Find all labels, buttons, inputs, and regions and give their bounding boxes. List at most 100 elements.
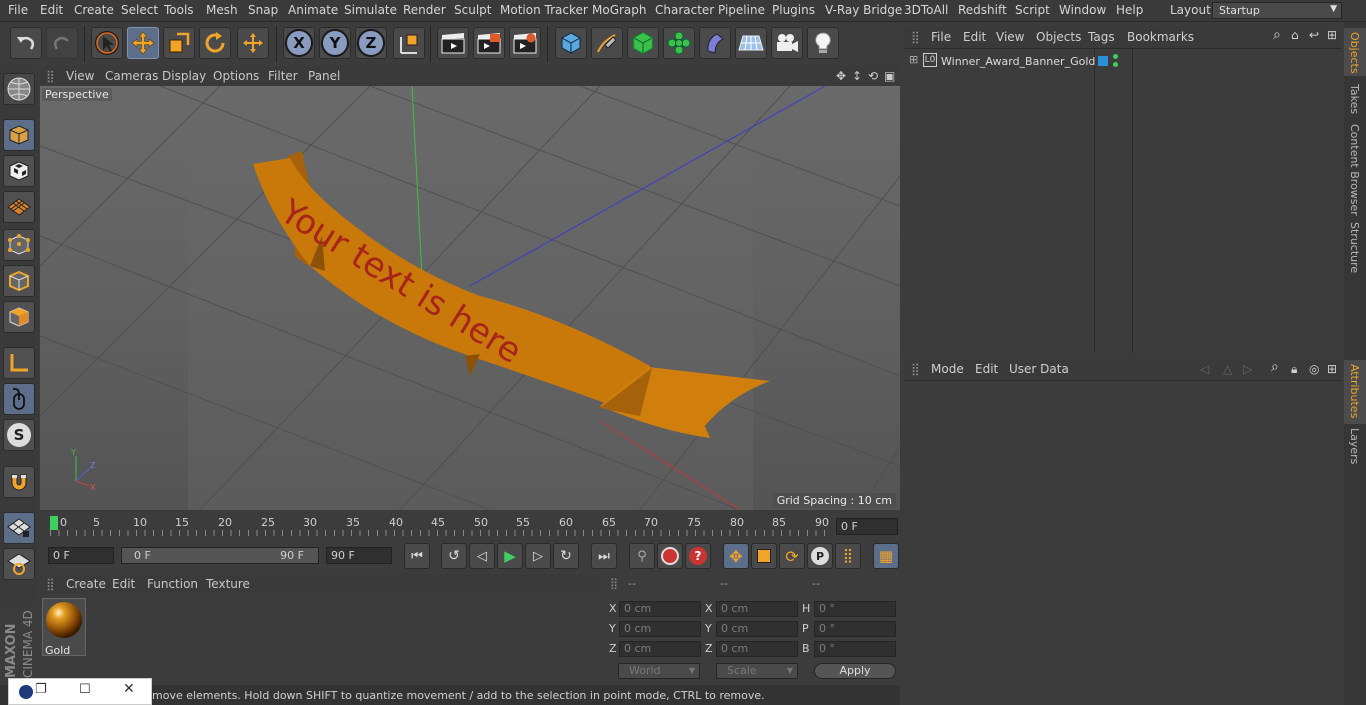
redo-button[interactable] — [46, 27, 78, 59]
rotation-b-field[interactable]: 0 ° — [814, 641, 896, 657]
menu-help[interactable]: Help — [1116, 3, 1143, 17]
material-menu-function[interactable]: Function — [147, 577, 198, 591]
lock-icon[interactable]: 🔒︎ — [1291, 362, 1297, 377]
viewport-menu-filter[interactable]: Filter — [268, 69, 298, 83]
menu-animate[interactable]: Animate — [288, 3, 338, 17]
object-name[interactable]: Winner_Award_Banner_Gold — [941, 55, 1095, 68]
live-selection-button[interactable] — [91, 27, 123, 59]
tab-objects[interactable]: Objects — [1348, 32, 1361, 74]
forward-arrow-icon[interactable]: ▷ — [1243, 362, 1252, 376]
key-position-button[interactable]: ✥ — [723, 543, 749, 569]
move-view-icon[interactable]: ✥ — [836, 69, 846, 83]
model-mode-button[interactable] — [3, 119, 35, 151]
key-scale-button[interactable] — [751, 543, 777, 569]
key-pla-button[interactable]: ⣿ — [835, 543, 861, 569]
key-parameter-button[interactable]: P — [807, 543, 833, 569]
floor-object-button[interactable] — [735, 27, 767, 59]
menu-plugins[interactable]: Plugins — [772, 3, 815, 17]
move-tool-button[interactable] — [127, 27, 159, 59]
menu-sculpt[interactable]: Sculpt — [454, 3, 491, 17]
attribute-menu-mode[interactable]: Mode — [931, 362, 964, 376]
search-icon[interactable]: ⌕ — [1271, 359, 1279, 375]
coordinate-system-button[interactable] — [393, 27, 425, 59]
maximize-icon[interactable]: ☐ — [79, 682, 91, 697]
render-picture-viewer-button[interactable] — [473, 27, 505, 59]
timeline-ruler[interactable]: 0 5 10 15 20 25 30 35 40 45 50 55 60 65 … — [40, 512, 900, 540]
coordinate-space-select[interactable]: World ▼ — [618, 663, 700, 679]
autokey-button[interactable] — [657, 543, 683, 569]
menu-render[interactable]: Render — [403, 3, 446, 17]
position-y-field[interactable]: 0 cm — [619, 621, 701, 637]
rotation-p-field[interactable]: 0 ° — [814, 621, 896, 637]
planar-workplane-button[interactable] — [3, 548, 35, 580]
current-frame-field[interactable]: 0 F — [836, 518, 898, 535]
lock-z-axis-button[interactable]: Z — [355, 27, 387, 59]
new-panel-icon[interactable]: ⊞ — [1327, 362, 1337, 376]
tab-content-browser[interactable]: Content Browser — [1348, 124, 1361, 216]
menu-tools[interactable]: Tools — [164, 3, 194, 17]
material-menu-edit[interactable]: Edit — [112, 577, 135, 591]
solo-button[interactable]: S — [3, 419, 35, 451]
previous-frame-button[interactable]: ◁ — [469, 543, 495, 569]
zoom-view-icon[interactable]: ↕ — [852, 69, 862, 83]
undo-button[interactable] — [10, 27, 42, 59]
menu-script[interactable]: Script — [1015, 3, 1050, 17]
material-menu-texture[interactable]: Texture — [206, 577, 250, 591]
points-mode-button[interactable] — [3, 229, 35, 261]
render-visibility-dot[interactable] — [1113, 62, 1118, 67]
lock-x-axis-button[interactable]: X — [283, 27, 315, 59]
go-to-end-button[interactable]: ⏭ — [591, 543, 617, 569]
expand-icon[interactable]: ⊞ — [909, 53, 918, 66]
menu-file[interactable]: File — [8, 3, 28, 17]
viewport-camera-label[interactable]: Perspective — [42, 88, 112, 101]
cube-primitive-button[interactable] — [555, 27, 587, 59]
menu-snap[interactable]: Snap — [248, 3, 278, 17]
next-frame-button[interactable]: ▷ — [525, 543, 551, 569]
texture-mode-button[interactable] — [3, 155, 35, 187]
camera-object-button[interactable] — [771, 27, 803, 59]
end-frame-field[interactable]: 90 F — [326, 547, 392, 564]
new-panel-icon[interactable]: ⊞ — [1327, 28, 1337, 42]
object-menu-file[interactable]: File — [931, 30, 951, 44]
workplane-mode-button[interactable] — [3, 191, 35, 223]
perspective-viewport[interactable]: Your text is here Y Z X Perspective Grid… — [40, 86, 900, 510]
back-arrow-icon[interactable]: ◁ — [1200, 362, 1209, 376]
viewport-menu-panel[interactable]: Panel — [308, 69, 340, 83]
viewport-menu-options[interactable]: Options — [213, 69, 259, 83]
material-menu-create[interactable]: Create — [66, 577, 106, 591]
polygons-mode-button[interactable] — [3, 301, 35, 333]
object-menu-objects[interactable]: Objects — [1036, 30, 1081, 44]
tab-attributes[interactable]: Attributes — [1348, 364, 1361, 418]
menu-character[interactable]: Character — [655, 3, 714, 17]
menu-3dtoall[interactable]: 3DToAll — [904, 3, 948, 17]
object-menu-tags[interactable]: Tags — [1088, 30, 1115, 44]
menu-motion-tracker[interactable]: Motion Tracker — [500, 3, 588, 17]
tab-takes[interactable]: Takes — [1348, 84, 1361, 114]
object-menu-bookmarks[interactable]: Bookmarks — [1127, 30, 1194, 44]
viewport-menu-display[interactable]: Display — [162, 69, 206, 83]
position-x-field[interactable]: 0 cm — [619, 601, 701, 617]
close-icon[interactable]: ✕ — [123, 681, 135, 697]
editor-visibility-dot[interactable] — [1113, 54, 1118, 59]
light-object-button[interactable] — [807, 27, 839, 59]
target-icon[interactable]: ◎ — [1309, 362, 1319, 376]
frame-range-slider[interactable]: 0 F 90 F — [121, 547, 319, 564]
menu-edit[interactable]: Edit — [40, 3, 63, 17]
menu-vray-bridge[interactable]: V-Ray Bridge — [825, 3, 902, 17]
restore-icon[interactable]: ❐ — [35, 682, 47, 697]
menu-simulate[interactable]: Simulate — [344, 3, 397, 17]
subdivision-surface-button[interactable] — [627, 27, 659, 59]
tab-layers[interactable]: Layers — [1348, 428, 1361, 464]
render-view-button[interactable] — [437, 27, 469, 59]
attribute-menu-user-data[interactable]: User Data — [1009, 362, 1069, 376]
scale-tool-button[interactable] — [163, 27, 195, 59]
menu-window[interactable]: Window — [1059, 3, 1106, 17]
menu-pipeline[interactable]: Pipeline — [718, 3, 765, 17]
go-to-start-button[interactable]: ⏮ — [404, 543, 430, 569]
rotate-tool-button[interactable] — [199, 27, 231, 59]
apply-button[interactable]: Apply — [814, 663, 896, 679]
size-y-field[interactable]: 0 cm — [716, 621, 798, 637]
previous-key-button[interactable]: ↺ — [441, 543, 467, 569]
deformer-button[interactable] — [699, 27, 731, 59]
up-arrow-icon[interactable]: △ — [1223, 362, 1232, 376]
